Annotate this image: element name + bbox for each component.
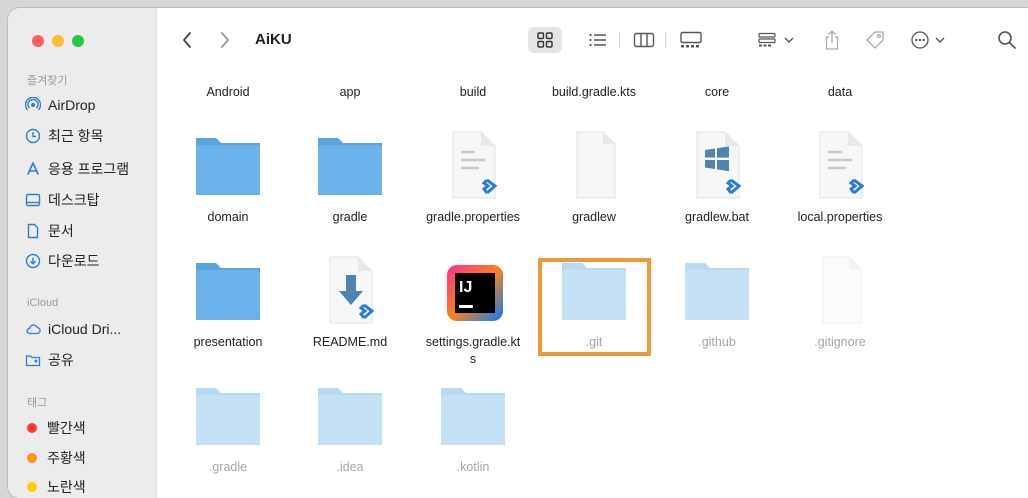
list-view-icon xyxy=(589,33,606,47)
group-icon xyxy=(758,32,794,47)
tag-button[interactable] xyxy=(863,28,887,52)
sidebar-item-downloads[interactable]: 다운로드 xyxy=(25,250,100,272)
clock-icon xyxy=(25,128,41,144)
folder-icon xyxy=(196,388,260,445)
search-icon xyxy=(998,31,1016,49)
sidebar-item-label: 응용 프로그램 xyxy=(48,161,130,177)
sidebar-tag-yellow[interactable]: 노란색 xyxy=(25,476,86,498)
sidebar-item-label: 공유 xyxy=(48,352,74,368)
tag-icon xyxy=(866,31,884,49)
folder-icon xyxy=(441,388,505,445)
document-icon xyxy=(25,223,41,239)
toolbar-divider xyxy=(619,32,620,48)
gallery-view-button[interactable] xyxy=(675,28,707,52)
folder-icon xyxy=(318,388,382,445)
sidebar-item-documents[interactable]: 문서 xyxy=(25,220,74,242)
sidebar-item-label: 주황색 xyxy=(47,450,86,466)
shared-folder-icon xyxy=(25,352,41,368)
sidebar-item-label: 빨간색 xyxy=(47,420,86,436)
airdrop-icon xyxy=(25,97,41,113)
toolbar: AiKU xyxy=(157,8,1028,70)
share-icon xyxy=(825,30,839,50)
window-title: AiKU xyxy=(255,31,292,48)
blank-document-icon xyxy=(576,131,616,199)
folder-icon xyxy=(685,263,749,320)
sidebar-item-label: 데스크탑 xyxy=(48,192,100,208)
share-button[interactable] xyxy=(822,28,842,52)
annotation-highlight-box xyxy=(538,258,651,356)
sidebar-item-label: 문서 xyxy=(48,223,74,239)
text-document-icon xyxy=(452,131,498,199)
sidebar-item-shared[interactable]: 공유 xyxy=(25,349,74,371)
more-icon xyxy=(911,31,945,49)
intellij-icon: IJ xyxy=(447,265,503,321)
sidebar-item-label: 최근 항목 xyxy=(48,128,104,144)
markdown-document-icon xyxy=(329,256,375,324)
tag-dot-icon xyxy=(27,423,37,433)
sidebar-item-label: AirDrop xyxy=(48,97,96,113)
search-button[interactable] xyxy=(995,28,1019,52)
sidebar-item-recents[interactable]: 최근 항목 xyxy=(25,125,103,147)
folder-icon xyxy=(196,138,260,195)
icon-view-button[interactable] xyxy=(528,28,562,52)
group-button[interactable] xyxy=(755,28,799,52)
sidebar-item-desktop[interactable]: 데스크탑 xyxy=(25,189,100,211)
toolbar-divider xyxy=(665,32,666,48)
sidebar-item-icloud-drive[interactable]: iCloud Dri... xyxy=(25,318,121,340)
sidebar-section-tags: 태그 xyxy=(27,397,48,409)
sidebar-item-applications[interactable]: 응용 프로그램 xyxy=(25,158,129,180)
desktop-icon xyxy=(25,192,41,208)
back-button[interactable] xyxy=(179,28,195,52)
minimize-window-button[interactable] xyxy=(52,35,64,47)
tag-dot-icon xyxy=(27,453,37,463)
sidebar-section-icloud: iCloud xyxy=(27,297,59,309)
sidebar-tag-orange[interactable]: 주황색 xyxy=(25,447,86,469)
folder-icon xyxy=(318,138,382,195)
sidebar-item-label: 다운로드 xyxy=(48,253,100,269)
gallery-view-icon xyxy=(680,31,702,48)
text-document-icon xyxy=(819,131,865,199)
main-content: AiKU Android app build build.gradle.kts … xyxy=(157,8,1028,498)
more-actions-button[interactable] xyxy=(909,28,951,52)
sidebar-item-label: iCloud Dri... xyxy=(48,321,122,337)
back-icon xyxy=(183,32,191,48)
svg-text:IJ: IJ xyxy=(459,279,472,296)
list-view-button[interactable] xyxy=(583,28,613,52)
sidebar-tag-red[interactable]: 빨간색 xyxy=(25,417,86,439)
sidebar: 즐겨찾기 AirDrop 최근 항목 응용 프로그램 데스크탑 문서 다운로드 … xyxy=(8,8,157,498)
tag-dot-icon xyxy=(27,482,37,492)
close-window-button[interactable] xyxy=(32,35,44,47)
folder-icon xyxy=(196,263,260,320)
sidebar-section-favorites: 즐겨찾기 xyxy=(27,75,68,87)
download-icon xyxy=(25,253,41,269)
zoom-window-button[interactable] xyxy=(72,35,84,47)
icon-view-icon xyxy=(537,32,553,48)
column-view-button[interactable] xyxy=(629,28,659,52)
forward-icon xyxy=(221,32,229,48)
applications-icon xyxy=(25,161,41,177)
sidebar-item-label: 노란색 xyxy=(47,479,86,495)
blank-document-icon xyxy=(822,256,862,324)
cloud-icon xyxy=(25,321,41,337)
finder-window: 즐겨찾기 AirDrop 최근 항목 응용 프로그램 데스크탑 문서 다운로드 … xyxy=(8,8,1028,498)
windows-document-icon xyxy=(696,131,742,199)
forward-button[interactable] xyxy=(217,28,233,52)
column-view-icon xyxy=(633,32,655,48)
sidebar-item-airdrop[interactable]: AirDrop xyxy=(25,94,95,116)
